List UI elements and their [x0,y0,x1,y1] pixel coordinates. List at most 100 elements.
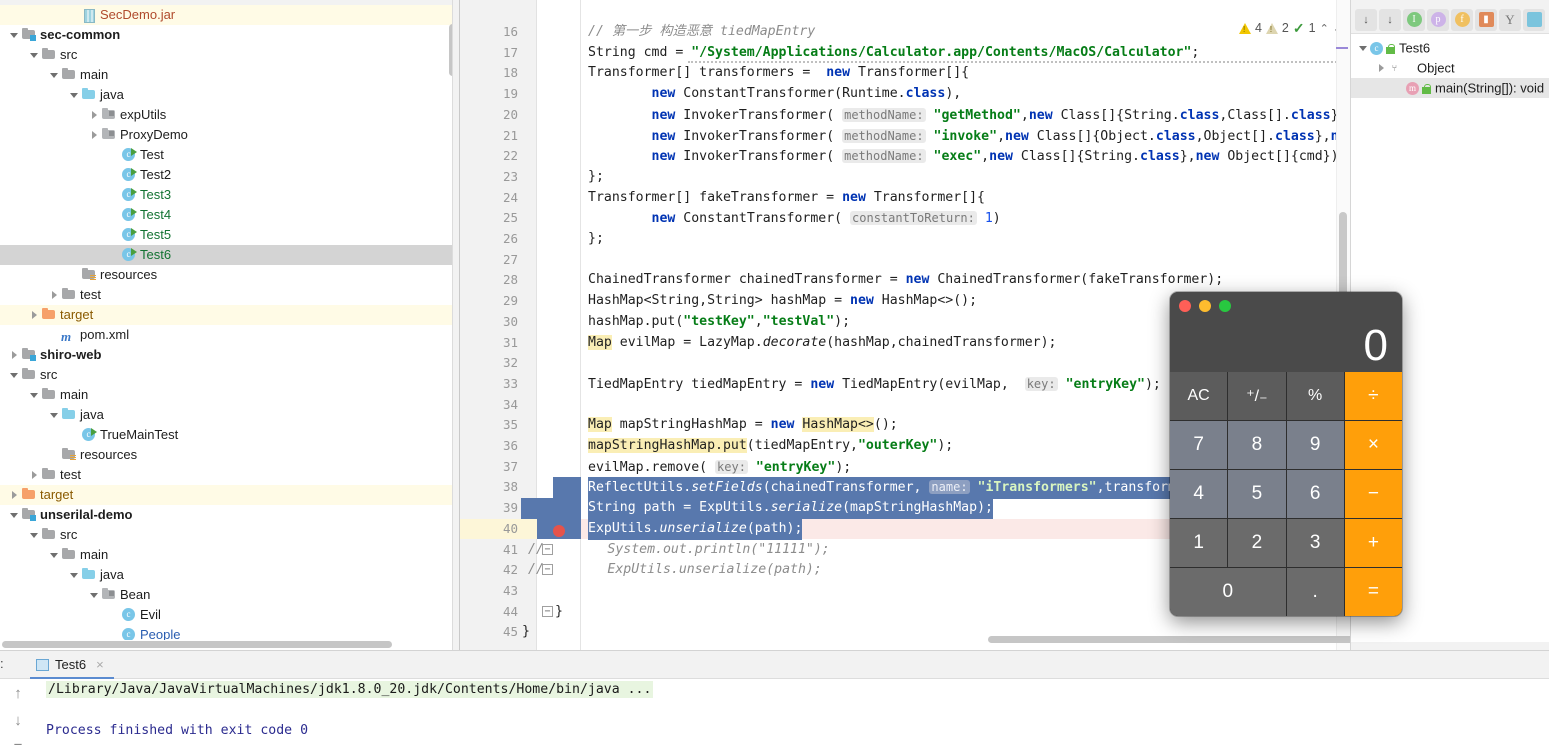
clear-all-key[interactable]: AC [1170,372,1228,420]
code-line-22[interactable]: 22 new InvokerTransformer( methodName: "… [460,146,1350,167]
project-tree[interactable]: SecDemo.jar sec-common src main java expUtils… [0,5,452,640]
percent-key[interactable]: % [1286,372,1344,420]
chevron-down-icon[interactable] [90,585,101,605]
tree-item-main[interactable]: main [0,545,452,565]
project-tree-horizontal-scrollbar[interactable] [2,641,392,648]
show-fields-button[interactable]: f [1451,8,1473,31]
tree-item-test4[interactable]: Test4 [0,205,452,225]
chevron-right-icon[interactable] [90,105,101,125]
run-tab-test6[interactable]: Test6 × [30,653,114,679]
tree-item-exputils[interactable]: expUtils [0,105,452,125]
code-line-16[interactable]: 16 // 第一步 构造恶意 tiedMapEntry [460,22,1350,43]
chevron-right-icon[interactable] [30,305,41,325]
soft-wrap-button[interactable]: ≡ [14,739,23,746]
tree-item-src[interactable]: src [0,365,452,385]
tree-item-main[interactable]: main [0,385,452,405]
digit-5-key[interactable]: 5 [1228,470,1286,518]
tree-item-resources[interactable]: resources [0,265,452,285]
code-line-24[interactable]: 24 Transformer[] fakeTransformer = new Tr… [460,188,1350,209]
tree-item-resources[interactable]: resources [0,445,452,465]
chevron-right-icon[interactable] [1377,58,1388,78]
close-icon[interactable]: × [96,652,104,678]
code-line-28[interactable]: 28 ChainedTransformer chainedTransformer … [460,270,1350,291]
multiply-key[interactable]: × [1344,421,1402,469]
code-line-17[interactable]: 17 String cmd = "/System/Applications/Cal… [460,43,1350,64]
structure-item-object[interactable]: ⑂ Object [1351,58,1549,78]
tree-item-java[interactable]: java [0,405,452,425]
tree-item-src[interactable]: src [0,45,452,65]
tree-item-pom-xml[interactable]: pom.xml [0,325,452,347]
subtract-key[interactable]: − [1344,470,1402,518]
code-line-25[interactable]: 25 new ConstantTransformer( constantToRe… [460,208,1350,229]
show-anonymous-button[interactable]: Y [1499,8,1521,31]
chevron-right-icon[interactable] [50,285,61,305]
chevron-down-icon[interactable] [50,65,61,85]
tree-item-target[interactable]: target [0,485,452,505]
chevron-down-icon[interactable] [10,25,21,45]
code-line-19[interactable]: 19 new ConstantTransformer(Runtime.class… [460,84,1350,105]
tree-item-java[interactable]: java [0,85,452,105]
editor-horizontal-scrollbar[interactable] [988,636,1350,643]
tree-item-src[interactable]: src [0,525,452,545]
chevron-right-icon[interactable] [30,465,41,485]
structure-item-main-string-void[interactable]: m main(String[]): void [1351,78,1549,98]
tree-item-test[interactable]: test [0,285,452,305]
digit-3-key[interactable]: 3 [1286,519,1344,567]
tree-item-truemaintest[interactable]: TrueMainTest [0,425,452,445]
close-icon[interactable] [1179,300,1191,312]
tree-item-sec-common[interactable]: sec-common [0,25,452,45]
tree-item-main[interactable]: main [0,65,452,85]
previous-problem-icon[interactable]: ⌃ [1320,22,1329,35]
tree-item-java[interactable]: java [0,565,452,585]
digit-2-key[interactable]: 2 [1228,519,1286,567]
chevron-down-icon[interactable] [30,385,41,405]
code-line-23[interactable]: 23}; [460,167,1350,188]
inspection-status-widget[interactable]: 4 2 ✓ 1 ⌃ ⌄ [1238,17,1342,39]
chevron-down-icon[interactable] [10,505,21,525]
digit-8-key[interactable]: 8 [1228,421,1286,469]
digit-9-key[interactable]: 9 [1286,421,1344,469]
calculator-keypad[interactable]: AC ⁺/₋% ÷ 7 8 9 × 4 5 6− 1 2 3 +0. = [1170,372,1402,616]
project-editor-splitter[interactable] [452,0,460,650]
add-key[interactable]: + [1344,519,1402,567]
chevron-down-icon[interactable] [30,525,41,545]
structure-item-test6[interactable]: c Test6 [1351,38,1549,58]
fold-marker-icon[interactable]: − [542,605,553,617]
console-side-toolbar[interactable]: ↑ ↓ ≡ [4,681,32,746]
structure-tree[interactable]: c Test6 ⑂ Object m main(String[]): void [1351,38,1549,98]
tree-item-test2[interactable]: Test2 [0,165,452,185]
sort-by-visibility-button[interactable]: ↓ [1355,8,1377,31]
decimal-key[interactable]: . [1286,568,1344,616]
chevron-down-icon[interactable] [10,365,21,385]
equals-key[interactable]: = [1344,568,1402,616]
chevron-down-icon[interactable] [50,545,61,565]
sort-alphabetically-button[interactable]: ↓ [1379,8,1401,31]
chevron-down-icon[interactable] [70,565,81,585]
tree-item-test6[interactable]: Test6 [0,245,452,265]
tree-item-evil[interactable]: Evil [0,605,452,625]
code-line-26[interactable]: 26}; [460,229,1350,250]
code-line-27[interactable]: 27 [460,250,1350,271]
zoom-icon[interactable] [1219,300,1231,312]
digit-6-key[interactable]: 6 [1286,470,1344,518]
chevron-right-icon[interactable] [10,485,21,505]
chevron-down-icon[interactable] [30,45,41,65]
tree-item-test[interactable]: Test [0,145,452,165]
divide-key[interactable]: ÷ [1344,372,1402,420]
code-line-20[interactable]: 20 new InvokerTransformer( methodName: "… [460,105,1350,126]
chevron-down-icon[interactable] [70,85,81,105]
digit-1-key[interactable]: 1 [1170,519,1228,567]
digit-0-key[interactable]: 0 [1170,568,1286,616]
digit-7-key[interactable]: 7 [1170,421,1228,469]
chevron-down-icon[interactable] [50,405,61,425]
breakpoint-icon[interactable] [553,524,565,537]
tree-item-test3[interactable]: Test3 [0,185,452,205]
tree-item-proxydemo[interactable]: ProxyDemo [0,125,452,145]
tree-item-unserilal-demo[interactable]: unserilal-demo [0,505,452,525]
scroll-up-button[interactable]: ↑ [14,685,22,702]
minimize-icon[interactable] [1199,300,1211,312]
chevron-down-icon[interactable] [1359,38,1370,58]
calculator-titlebar[interactable] [1170,292,1402,320]
tree-item-secdemo-jar[interactable]: SecDemo.jar [0,5,452,25]
chevron-right-icon[interactable] [90,125,101,145]
